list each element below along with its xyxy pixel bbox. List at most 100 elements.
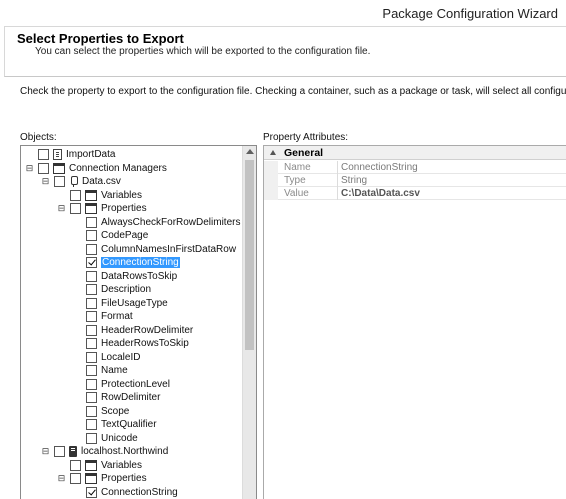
tree-item-label[interactable]: HeaderRowsToSkip	[101, 338, 189, 349]
tree-item[interactable]: Variables	[57, 459, 142, 472]
tree-item-label[interactable]: Name	[101, 365, 128, 376]
tree-item-label[interactable]: Variables	[101, 460, 142, 471]
export-checkbox[interactable]	[70, 203, 81, 214]
property-row[interactable]: Type String	[264, 174, 566, 187]
collapse-triangle-icon[interactable]	[270, 150, 276, 155]
export-checkbox[interactable]	[70, 473, 81, 484]
tree-item-label[interactable]: TextQualifier	[101, 419, 157, 430]
tree-item-label[interactable]: HeaderRowDelimiter	[101, 325, 193, 336]
export-checkbox[interactable]	[70, 189, 81, 201]
export-checkbox[interactable]	[86, 230, 97, 241]
export-checkbox[interactable]	[86, 257, 97, 268]
export-checkbox[interactable]	[54, 176, 65, 187]
tree-item-label[interactable]: Description	[101, 284, 151, 295]
tree-item-label[interactable]: LocaleID	[101, 352, 140, 363]
tree-item-label[interactable]: ImportData	[66, 149, 115, 160]
export-checkbox[interactable]	[86, 405, 97, 417]
tree-item-label[interactable]: DataRowsToSkip	[101, 271, 177, 282]
tree-item-label[interactable]: ConnectionString	[101, 487, 178, 498]
tree-item-label[interactable]: Scope	[101, 406, 129, 417]
row-margin	[264, 174, 278, 187]
tree-item-label[interactable]: Unicode	[101, 433, 138, 444]
tree-item[interactable]: ⊟ Properties	[57, 472, 147, 485]
tree-item[interactable]: ⊟ Connection Managers	[25, 162, 167, 175]
tree-item[interactable]: ⊟ localhost.Northwind	[41, 445, 168, 458]
tree-scrollbar[interactable]	[242, 146, 256, 499]
export-checkbox[interactable]	[54, 446, 65, 457]
export-checkbox[interactable]	[86, 338, 97, 349]
export-checkbox[interactable]	[86, 486, 97, 498]
tree-item[interactable]: ColumnNamesInFirstDataRow	[73, 243, 236, 256]
collapse-toggle-icon[interactable]: ⊟	[57, 474, 66, 483]
tree-item-label[interactable]: localhost.Northwind	[81, 446, 168, 457]
tree-item-label[interactable]: ProtectionLevel	[101, 379, 170, 390]
tree-item[interactable]: CodePage	[73, 229, 148, 242]
export-checkbox[interactable]	[38, 149, 49, 160]
export-checkbox[interactable]	[86, 270, 97, 282]
tree-item[interactable]: Unicode	[73, 432, 138, 445]
page-subtitle: You can select the properties which will…	[35, 46, 371, 57]
tree-item[interactable]: ⊟ Data.csv	[41, 175, 121, 188]
tree-item-label[interactable]: Properties	[101, 473, 147, 484]
column-divider	[337, 187, 338, 200]
export-checkbox[interactable]	[86, 297, 97, 309]
property-row[interactable]: Name ConnectionString	[264, 161, 566, 174]
page-title: Select Properties to Export	[17, 31, 184, 46]
tree-item[interactable]: ProtectionLevel	[73, 378, 170, 391]
tree-item-label[interactable]: Format	[101, 311, 133, 322]
export-checkbox[interactable]	[86, 324, 97, 336]
export-checkbox[interactable]	[86, 216, 97, 228]
tree-item[interactable]: ConnectionString	[73, 256, 180, 269]
tree-item-label[interactable]: Variables	[101, 190, 142, 201]
tree-item[interactable]: ConnectionString	[73, 486, 178, 499]
export-checkbox[interactable]	[86, 284, 97, 295]
tree-item-label[interactable]: ColumnNamesInFirstDataRow	[101, 244, 236, 255]
scroll-up-arrow-icon[interactable]	[246, 149, 254, 154]
tree-item[interactable]: Format	[73, 310, 133, 323]
export-checkbox[interactable]	[86, 378, 97, 390]
export-checkbox[interactable]	[38, 162, 49, 174]
tree-item[interactable]: Name	[73, 364, 128, 377]
export-checkbox[interactable]	[70, 459, 81, 471]
export-checkbox[interactable]	[86, 243, 97, 255]
tree-item-label[interactable]: CodePage	[101, 230, 148, 241]
export-checkbox[interactable]	[86, 351, 97, 363]
tree-item[interactable]: ⊟ Properties	[57, 202, 147, 215]
tree-item-label[interactable]: Properties	[101, 203, 147, 214]
export-checkbox[interactable]	[86, 432, 97, 444]
tree-item-label[interactable]: Data.csv	[82, 176, 121, 187]
tree-item[interactable]: HeaderRowDelimiter	[73, 324, 193, 337]
tree-item[interactable]: HeaderRowsToSkip	[73, 337, 189, 350]
collapse-toggle-icon[interactable]: ⊟	[41, 447, 50, 456]
property-group-header[interactable]: General	[264, 146, 566, 160]
tree-item[interactable]: AlwaysCheckForRowDelimiters	[73, 216, 240, 229]
objects-tree[interactable]: ImportData ⊟ Connection Managers ⊟ Data.csv V…	[20, 145, 257, 499]
tree-item[interactable]: ImportData	[25, 148, 115, 161]
tree-item-label[interactable]: AlwaysCheckForRowDelimiters	[101, 217, 240, 228]
tree-item-label[interactable]: ConnectionString	[101, 257, 180, 268]
export-checkbox[interactable]	[86, 365, 97, 376]
tree-item[interactable]: LocaleID	[73, 351, 140, 364]
tree-item-label[interactable]: FileUsageType	[101, 298, 168, 309]
export-checkbox[interactable]	[86, 419, 97, 430]
tree-item[interactable]: DataRowsToSkip	[73, 270, 177, 283]
tree-item[interactable]: TextQualifier	[73, 418, 157, 431]
tree-item-label[interactable]: RowDelimiter	[101, 392, 160, 403]
tree-item[interactable]: FileUsageType	[73, 297, 168, 310]
collapse-toggle-icon[interactable]: ⊟	[57, 204, 66, 213]
collapse-toggle-icon[interactable]: ⊟	[41, 177, 50, 186]
tree-item[interactable]: Variables	[57, 189, 142, 202]
tree-item[interactable]: Scope	[73, 405, 129, 418]
export-checkbox[interactable]	[86, 311, 97, 322]
export-checkbox[interactable]	[86, 392, 97, 403]
collapse-toggle-icon[interactable]: ⊟	[25, 163, 34, 173]
tree-item-label[interactable]: Connection Managers	[69, 163, 167, 174]
tree-item[interactable]: Description	[73, 283, 151, 296]
tree-item[interactable]: RowDelimiter	[73, 391, 160, 404]
scrollbar-thumb[interactable]	[245, 160, 254, 350]
property-row[interactable]: Value C:\Data\Data.csv	[264, 187, 566, 200]
